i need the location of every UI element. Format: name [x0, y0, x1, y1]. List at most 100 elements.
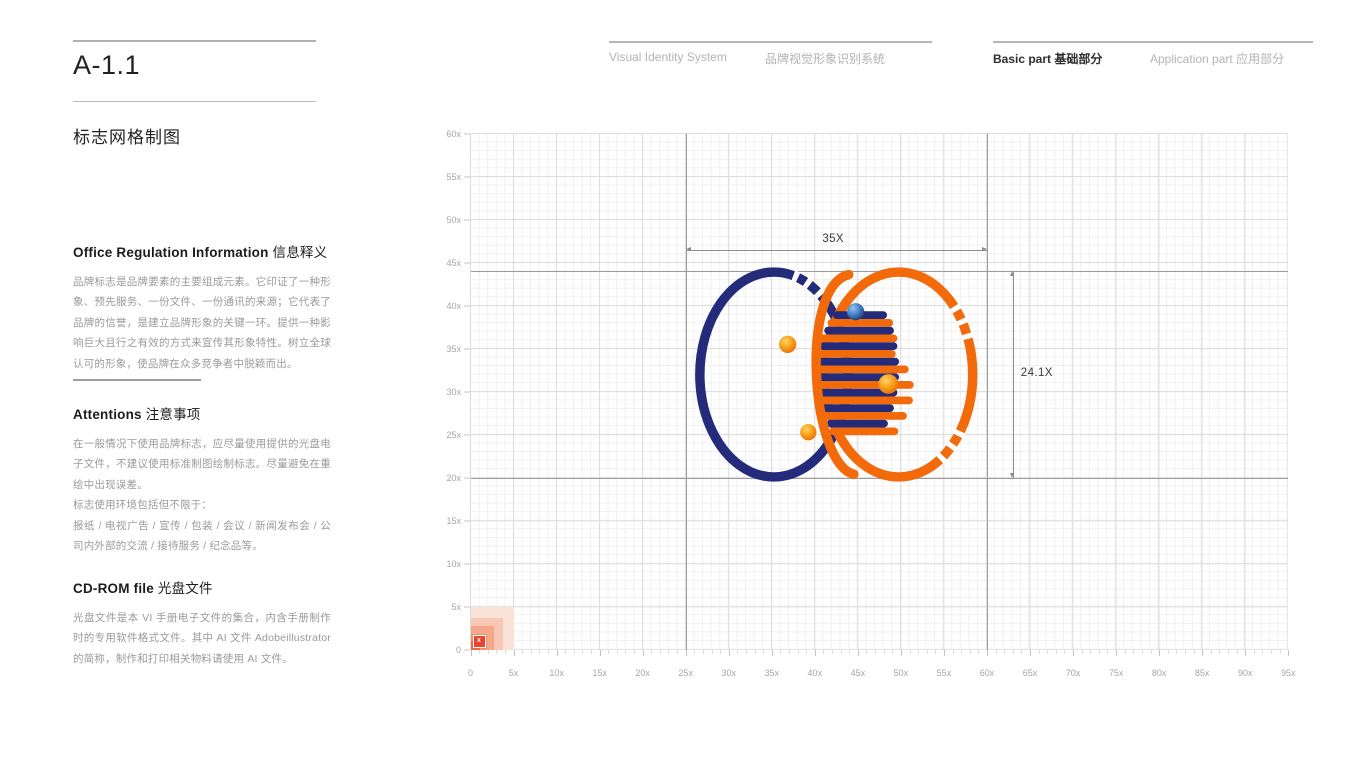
section-office-heading-cn: 信息释义: [272, 245, 328, 260]
x-axis-tick-mark: [1228, 650, 1229, 654]
x-axis-tick-mark: [1141, 650, 1143, 654]
x-axis-tick-mark: [986, 650, 988, 656]
x-axis-tick-mark: [892, 650, 894, 654]
x-axis-tick-mark: [900, 650, 902, 656]
x-axis-tick-mark: [616, 650, 618, 654]
x-axis-tick-mark: [487, 650, 489, 654]
x-axis-tick-label: 40x: [807, 668, 823, 678]
x-axis-tick-label: 20x: [635, 668, 650, 678]
x-axis-tick-mark: [1167, 650, 1169, 654]
section-cdrom-heading-cn: 光盘文件: [157, 581, 213, 596]
section-attentions-body-3: 报纸 / 电视广告 / 宣传 / 包装 / 会议 / 新闻发布会 / 公司内外部…: [73, 519, 331, 553]
section-attentions: Attentions 注意事项 在一般情况下使用品牌标志，应尽量使用提供的光盘电…: [73, 403, 331, 557]
x-axis-tick-label: 55x: [936, 668, 952, 678]
x-axis-tick-label: 10x: [549, 668, 564, 678]
page-header: Visual Identity System 品牌视觉形象识别系统 Basic …: [0, 0, 1366, 110]
x-axis-tick-mark: [857, 650, 859, 656]
nav-item-basic-part-cn: 基础部分: [1054, 52, 1103, 66]
x-axis-tick-mark: [1253, 650, 1255, 654]
header-vis-rule: [609, 41, 932, 43]
x-axis-tick-mark: [771, 650, 773, 656]
section-attentions-body: 在一般情况下使用品牌标志，应尽量使用提供的光盘电子文件，不建议使用标准制图绘制标…: [73, 434, 331, 557]
x-axis-tick-label: 25x: [678, 668, 693, 678]
accent-sphere-orange-1: [779, 335, 797, 354]
dimension-line-horizontal: [685, 249, 987, 251]
x-axis-tick-label: 90x: [1237, 668, 1253, 678]
y-axis-tick-label: 30x: [446, 386, 461, 397]
x-axis-tick-mark: [642, 650, 644, 656]
x-axis-tick-mark: [918, 650, 920, 654]
x-axis-tick-mark: [806, 650, 808, 654]
x-axis-tick-mark: [573, 650, 575, 654]
x-axis-tick-label: 80x: [1151, 668, 1167, 678]
x-axis-tick-mark: [539, 650, 541, 654]
section-attentions-heading-en: Attentions: [73, 407, 142, 422]
y-axis-tick-mark: [464, 262, 470, 264]
x-axis-tick-mark: [1210, 650, 1212, 654]
x-axis-tick-mark: [530, 650, 532, 654]
section-office-regulation: Office Regulation Information 信息释义 品牌标志是…: [73, 241, 331, 374]
y-axis-tick-label: 20x: [446, 472, 461, 483]
x-axis-tick-mark: [470, 650, 472, 656]
x-axis-tick-label: 15x: [592, 668, 607, 678]
page-title: 标志网格制图: [73, 128, 181, 147]
x-axis-tick-mark: [1055, 650, 1057, 654]
section-cdrom-heading: CD-ROM file 光盘文件: [73, 577, 331, 597]
x-axis-tick-label: 45x: [850, 668, 866, 678]
y-axis-tick-label: 5x: [451, 601, 461, 612]
x-axis-tick-mark: [608, 650, 610, 654]
y-axis-tick-label: 25x: [446, 429, 461, 440]
header-nav-rule: [993, 41, 1313, 43]
y-axis-tick-label: 40x: [446, 300, 461, 311]
x-axis-tick-label: 30x: [721, 668, 736, 678]
x-axis-tick-mark: [926, 650, 928, 654]
x-axis-tick-mark: [1064, 650, 1066, 654]
x-axis-tick-mark: [1124, 650, 1126, 654]
x-axis-tick-mark: [1073, 650, 1075, 656]
x-axis-tick-mark: [943, 650, 945, 656]
x-axis-tick-mark: [823, 650, 825, 654]
x-axis-tick-mark: [634, 650, 636, 654]
y-axis-tick-mark: [464, 176, 470, 178]
x-axis-tick-mark: [1004, 650, 1006, 654]
y-axis-tick-label: 45x: [446, 257, 461, 268]
accent-sphere-orange-2: [878, 374, 899, 394]
x-axis-tick-mark: [522, 650, 524, 654]
y-axis-tick-mark: [464, 348, 470, 350]
x-axis-tick-mark: [591, 650, 592, 654]
x-axis-tick-mark: [1133, 650, 1135, 654]
x-axis-tick-mark: [1288, 650, 1290, 656]
x-axis-tick-mark: [840, 650, 842, 654]
x-axis-tick-mark: [1150, 650, 1152, 654]
x-axis-tick-label: 35x: [764, 668, 780, 678]
nav-item-application-part-en: Application part: [1150, 52, 1233, 66]
x-axis-tick-mark: [780, 650, 782, 654]
y-axis-tick-mark: [464, 563, 470, 565]
x-axis-tick-label: 75x: [1108, 668, 1124, 678]
x-axis-tick-mark: [737, 650, 739, 654]
x-axis-tick-mark: [909, 650, 911, 654]
y-axis-tick-label: 55x: [446, 171, 461, 182]
section-cdrom-file: CD-ROM file 光盘文件 光盘文件是本 VI 手册电子文件的集合，内含手…: [73, 577, 331, 669]
section-cdrom-body: 光盘文件是本 VI 手册电子文件的集合，内含手册制作时的专用软件格式文件。其中 …: [73, 608, 331, 669]
dimension-arrow-icon: [685, 247, 691, 252]
x-axis-tick-mark: [952, 650, 954, 654]
x-axis-tick-mark: [625, 650, 627, 654]
x-axis-tick-mark: [659, 650, 661, 654]
section-cdrom-heading-en: CD-ROM file: [73, 581, 154, 596]
x-axis-tick-label: 95x: [1280, 668, 1296, 678]
x-axis-tick-label: 85x: [1194, 668, 1210, 678]
origin-unit-marker: x: [472, 635, 486, 648]
x-axis-tick-mark: [1030, 650, 1032, 656]
x-axis-tick-mark: [1271, 650, 1273, 654]
section-office-heading-en: Office Regulation Information: [73, 245, 269, 260]
y-axis-tick-mark: [464, 477, 470, 479]
left-info-panel: A-1.1 标志网格制图 Office Regulation Informati…: [0, 0, 400, 768]
x-axis-tick-mark: [651, 650, 653, 654]
nav-item-basic-part[interactable]: Basic part 基础部分: [993, 50, 1102, 67]
nav-item-application-part[interactable]: Application part 应用部分: [1150, 50, 1284, 67]
x-axis-tick-mark: [883, 650, 885, 654]
dimension-label-width: 35X: [822, 232, 844, 245]
dimension-label-height: 24.1X: [1020, 366, 1053, 379]
section-attentions-body-1: 在一般情况下使用品牌标志，应尽量使用提供的光盘电子文件，不建议使用标准制图绘制标…: [73, 438, 331, 491]
